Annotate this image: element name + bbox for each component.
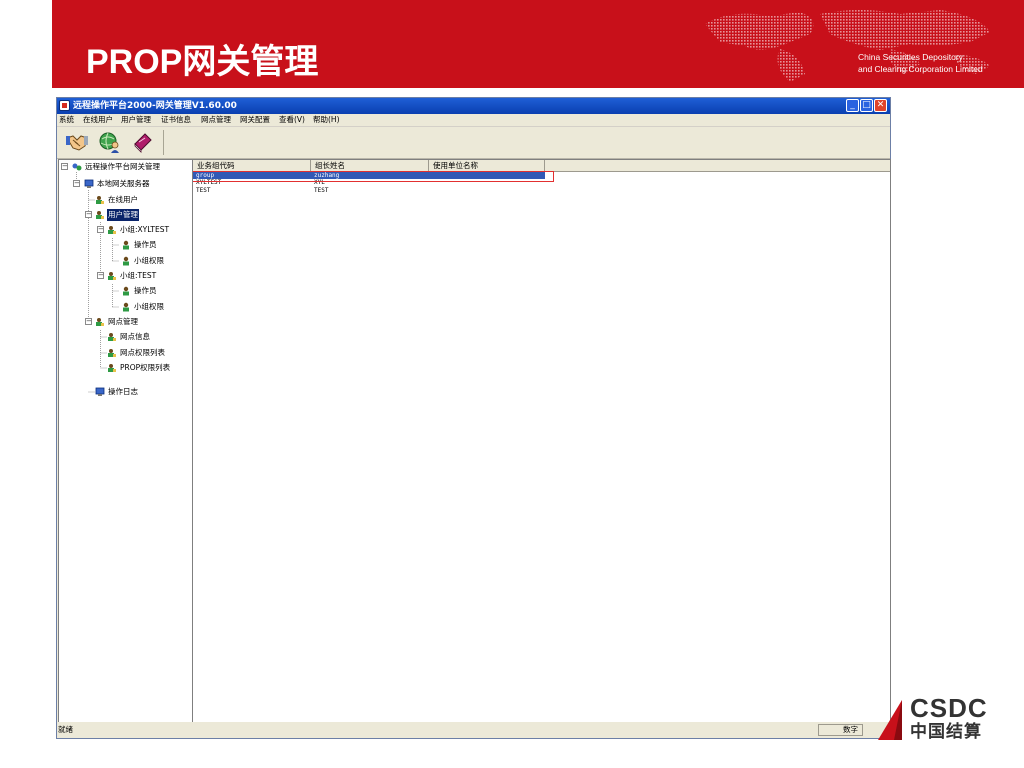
- users-icon: [96, 318, 104, 326]
- users-icon: [108, 333, 116, 341]
- tree-label: 本地网关服务器: [97, 179, 150, 188]
- tree-label: 小组权限: [134, 302, 164, 311]
- collapse-toggle[interactable]: −: [73, 180, 80, 187]
- tree-label: 小组:TEST: [120, 271, 157, 280]
- menu-certificate-info[interactable]: 证书信息: [161, 114, 191, 126]
- server-icon: [84, 179, 94, 188]
- network-icon: [72, 163, 82, 171]
- navigation-tree[interactable]: − 远程操作平台网关管理 − 本地网关服务器 在线用户 − 用户管理 − 小组:…: [58, 159, 193, 723]
- window-title: 远程操作平台2000-网关管理V1.60.00: [73, 101, 237, 111]
- title-bar[interactable]: 远程操作平台2000-网关管理V1.60.00 _ □ ✕: [57, 98, 890, 114]
- tree-label: 操作员: [134, 286, 157, 295]
- tree-label: 网点管理: [108, 317, 138, 326]
- collapse-toggle[interactable]: −: [97, 272, 104, 279]
- users-icon: [108, 364, 116, 372]
- tree-label: 小组权限: [134, 256, 164, 265]
- tree-label: 远程操作平台网关管理: [85, 162, 160, 171]
- tree-label: 操作员: [134, 240, 157, 249]
- app-icon[interactable]: [59, 100, 70, 111]
- tree-label: 操作日志: [108, 387, 138, 396]
- org-line-2: and Clearing Corporation Limited: [858, 64, 983, 74]
- app-window: 远程操作平台2000-网关管理V1.60.00 _ □ ✕ 系统 在线用户 用户…: [56, 97, 891, 739]
- group-icon: [108, 272, 116, 280]
- slide-header: PROP网关管理 China Securities Depository and…: [0, 0, 1024, 88]
- logo-text-cn: 中国结算: [910, 722, 982, 742]
- organization-name: China Securities Depository and Clearing…: [858, 51, 983, 75]
- group-icon: [108, 226, 116, 234]
- users-icon: [96, 196, 104, 204]
- book-icon[interactable]: [131, 130, 155, 154]
- menu-help[interactable]: 帮助(H): [313, 114, 340, 126]
- log-icon: [95, 387, 105, 396]
- cell-leader-name: TEST: [314, 187, 329, 194]
- maximize-button[interactable]: □: [860, 99, 873, 112]
- handshake-icon[interactable]: [65, 130, 89, 154]
- operator-icon: [123, 302, 129, 312]
- column-header-unit-name[interactable]: 使用单位名称: [429, 160, 545, 171]
- status-bar: 就绪 数字: [57, 722, 890, 738]
- group-list-view[interactable]: 业务组代码 组长姓名 使用单位名称 group zuzhang XYLTEST …: [192, 159, 891, 723]
- toolbar: [57, 127, 890, 159]
- cell-group-code: TEST: [196, 187, 211, 194]
- menu-view[interactable]: 查看(V): [279, 114, 305, 126]
- collapse-toggle[interactable]: −: [97, 226, 104, 233]
- menu-online-users[interactable]: 在线用户: [83, 114, 113, 126]
- collapse-toggle[interactable]: −: [61, 163, 68, 170]
- numlock-indicator: 数字: [818, 724, 863, 736]
- slide-title: PROP网关管理: [86, 43, 319, 81]
- menu-bar: 系统 在线用户 用户管理 证书信息 网点管理 网关配置 查看(V) 帮助(H): [57, 114, 890, 127]
- collapse-toggle[interactable]: −: [85, 211, 92, 218]
- collapse-toggle[interactable]: −: [85, 318, 92, 325]
- close-button[interactable]: ✕: [874, 99, 887, 112]
- header-left-margin: [0, 0, 52, 88]
- menu-system[interactable]: 系统: [59, 114, 74, 126]
- logo-text-en: CSDC: [910, 693, 988, 723]
- org-line-1: China Securities Depository: [858, 52, 963, 62]
- tree-label: 网点权限列表: [120, 348, 165, 357]
- minimize-button[interactable]: _: [846, 99, 859, 112]
- status-text: 就绪: [58, 725, 73, 734]
- table-row[interactable]: TEST TEST: [193, 187, 890, 194]
- tree-label: 在线用户: [108, 195, 138, 204]
- csdc-logo-mark: [878, 700, 902, 740]
- menu-node-management[interactable]: 网点管理: [201, 114, 231, 126]
- users-icon: [108, 349, 116, 357]
- tree-label-selected: 用户管理: [107, 209, 139, 221]
- column-header-leader-name[interactable]: 组长姓名: [311, 160, 429, 171]
- operator-icon: [123, 240, 129, 250]
- tree-label: 小组:XYLTEST: [120, 225, 170, 234]
- toolbar-separator: [163, 130, 164, 155]
- column-header-group-code[interactable]: 业务组代码: [193, 160, 311, 171]
- tree-label: PROP权限列表: [120, 363, 171, 372]
- globe-user-icon[interactable]: [98, 130, 122, 154]
- menu-gateway-config[interactable]: 网关配置: [240, 114, 270, 126]
- operator-icon: [123, 286, 129, 296]
- users-icon: [96, 211, 104, 219]
- menu-user-management[interactable]: 用户管理: [121, 114, 151, 126]
- highlight-box: [193, 171, 554, 182]
- operator-icon: [123, 256, 129, 266]
- tree-label: 网点信息: [120, 332, 150, 341]
